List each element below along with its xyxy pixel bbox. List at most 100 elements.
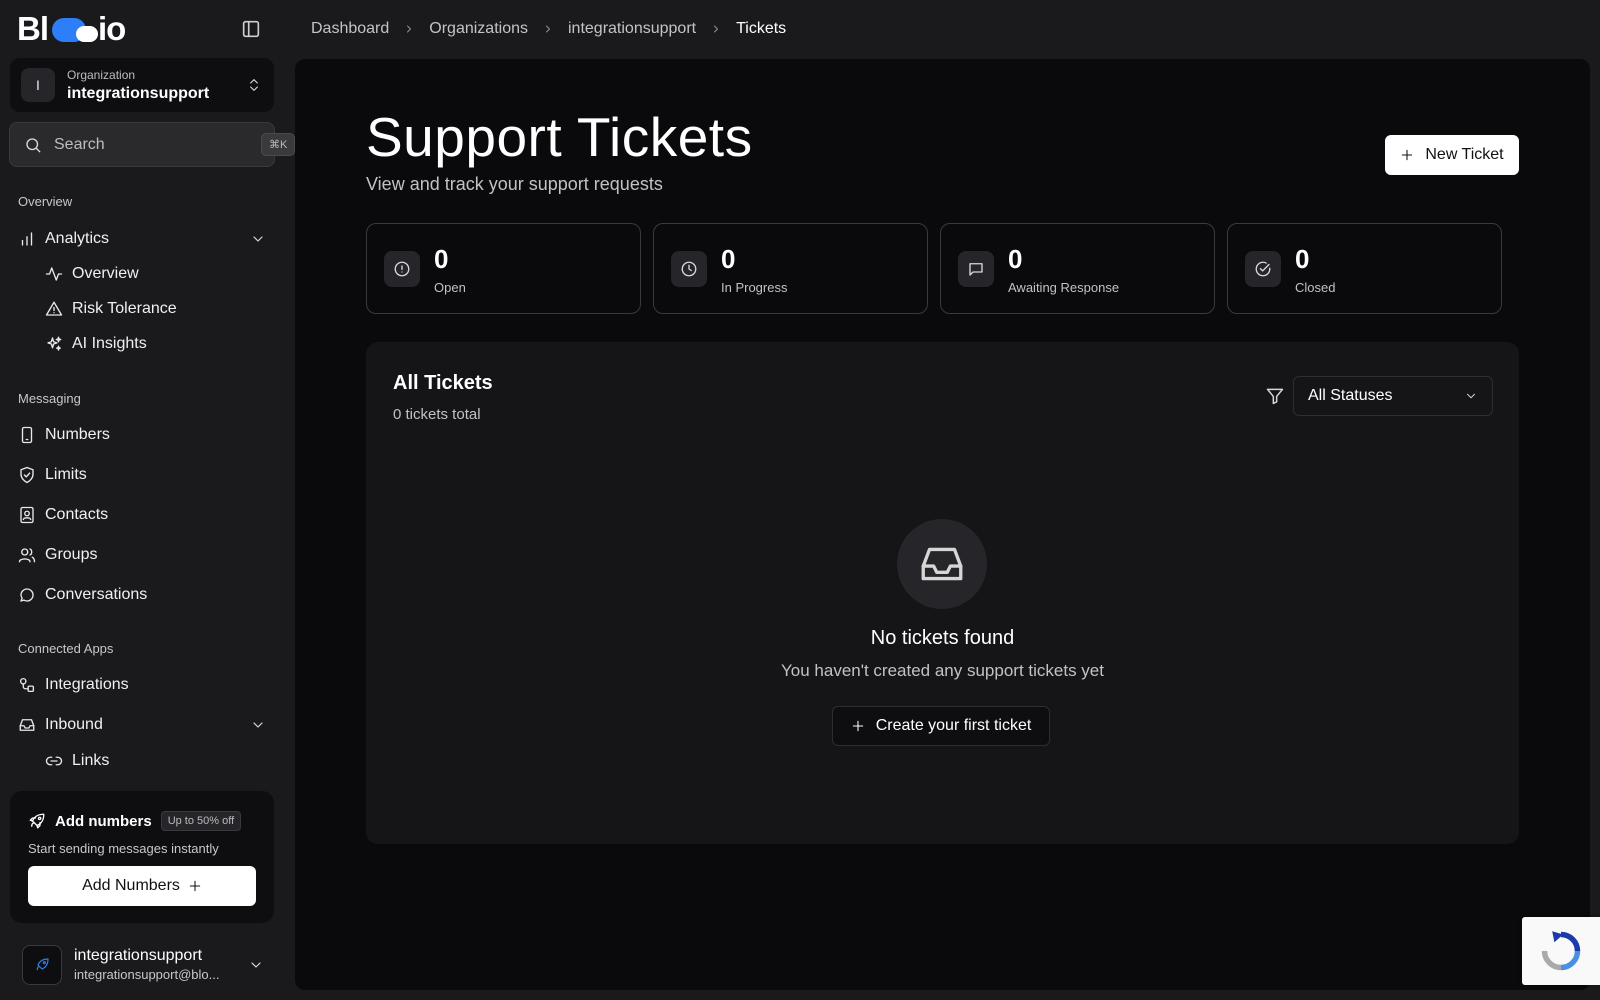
sparkles-icon [45, 335, 63, 353]
sidebar-item-label: Links [72, 752, 110, 769]
page-title: Support Tickets [366, 106, 753, 168]
search-shortcut: ⌘K [261, 133, 296, 156]
user-email: integrationsupport@blo... [74, 967, 220, 982]
message-circle-icon [18, 586, 36, 604]
logo-text-right: io [98, 10, 126, 47]
chevron-down-icon[interactable] [250, 231, 266, 247]
org-avatar: I [21, 68, 55, 102]
org-label: Organization [67, 67, 136, 82]
sidebar-item-groups[interactable]: Groups [18, 540, 97, 570]
chevrons-up-down-icon [246, 77, 262, 93]
create-first-ticket-button[interactable]: Create your first ticket [832, 706, 1050, 746]
new-ticket-label: New Ticket [1425, 146, 1504, 163]
stat-card-closed: 0 Closed [1227, 223, 1502, 314]
sidebar-item-label: Conversations [45, 586, 148, 603]
sidebar-item-links[interactable]: Links [45, 746, 109, 776]
breadcrumb-organizations[interactable]: Organizations [429, 20, 528, 38]
warning-triangle-icon [45, 300, 63, 318]
plus-icon [1400, 148, 1414, 162]
empty-state-subtitle: You haven't created any support tickets … [781, 661, 1104, 680]
sidebar-item-integrations[interactable]: Integrations [18, 670, 129, 700]
empty-state-illustration [897, 519, 987, 609]
user-menu[interactable]: integrationsupport integrationsupport@bl… [10, 940, 274, 990]
chevron-right-icon [542, 23, 554, 35]
stat-value: 0 [434, 244, 449, 274]
status-filter-select[interactable]: All Statuses [1293, 376, 1493, 416]
recaptcha-icon [1539, 929, 1583, 973]
sidebar-item-label: Analytics [45, 230, 110, 247]
new-ticket-button[interactable]: New Ticket [1385, 135, 1519, 175]
activity-icon [45, 265, 63, 283]
chevron-down-icon [1464, 389, 1478, 403]
stat-icon-box [958, 251, 994, 287]
sidebar-item-inbound[interactable]: Inbound [18, 710, 103, 740]
sidebar-item-label: Inbound [45, 716, 103, 733]
plus-icon [188, 879, 202, 893]
create-first-ticket-label: Create your first ticket [875, 717, 1032, 734]
organization-switcher[interactable]: I Organization integrationsupport [10, 58, 274, 112]
breadcrumb-dashboard[interactable]: Dashboard [311, 20, 389, 38]
sidebar-item-label: Contacts [45, 506, 109, 523]
status-filter-value: All Statuses [1308, 387, 1393, 404]
tickets-count: 0 tickets total [393, 406, 481, 423]
stat-label: In Progress [721, 280, 788, 295]
section-label-overview: Overview [18, 194, 73, 209]
sidebar-item-label: AI Insights [72, 335, 147, 352]
breadcrumb-organization[interactable]: integrationsupport [568, 20, 696, 38]
inbox-icon [18, 716, 36, 734]
add-numbers-button[interactable]: Add Numbers [28, 866, 256, 906]
breadcrumb-tickets: Tickets [736, 20, 787, 37]
all-tickets-card: All Tickets 0 tickets total All Statuses… [366, 342, 1519, 844]
message-square-icon [967, 260, 985, 278]
promo-subtitle: Start sending messages instantly [28, 841, 219, 856]
sidebar-item-conversations[interactable]: Conversations [18, 580, 147, 610]
sidebar-item-numbers[interactable]: Numbers [18, 420, 110, 450]
sidebar-item-limits[interactable]: Limits [18, 460, 87, 490]
sidebar-item-contacts[interactable]: Contacts [18, 500, 108, 530]
search-input[interactable] [54, 135, 261, 154]
stat-icon-box [1245, 251, 1281, 287]
sidebar-item-analytics-overview[interactable]: Overview [45, 259, 139, 289]
promo-title: Add numbers [55, 812, 152, 830]
stat-label: Awaiting Response [1008, 280, 1120, 295]
brand-logo[interactable]: Bl io [17, 10, 126, 47]
discount-badge: Up to 50% off [160, 811, 242, 831]
user-name: integrationsupport [74, 947, 203, 964]
filter-icon [1265, 386, 1285, 406]
stat-value: 0 [1008, 244, 1023, 274]
shield-check-icon [18, 466, 36, 484]
sidebar-item-label: Overview [72, 265, 139, 282]
tickets-title: All Tickets [393, 372, 493, 394]
section-label-connected-apps: Connected Apps [18, 641, 114, 656]
alert-circle-icon [393, 260, 411, 278]
avatar [22, 945, 62, 985]
search-box[interactable]: ⌘K [9, 122, 296, 167]
stat-card-awaiting-response: 0 Awaiting Response [940, 223, 1215, 314]
org-name: integrationsupport [67, 84, 210, 102]
stat-card-open: 0 Open [366, 223, 641, 314]
sidebar: Bl io I Organization integrationsupport … [0, 0, 296, 1000]
sidebar-item-ai-insights[interactable]: AI Insights [45, 329, 147, 359]
add-numbers-button-label: Add Numbers [82, 877, 180, 894]
stat-value: 0 [721, 244, 736, 274]
chevron-right-icon [403, 23, 415, 35]
sidebar-item-label: Limits [45, 466, 87, 483]
stat-icon-box [671, 251, 707, 287]
sidebar-item-risk-tolerance[interactable]: Risk Tolerance [45, 294, 177, 324]
rocket-icon [28, 812, 46, 830]
logo-cloud-icon [50, 14, 100, 44]
stat-label: Closed [1295, 280, 1336, 295]
stat-label: Open [434, 280, 466, 295]
recaptcha-badge[interactable] [1522, 917, 1600, 985]
bar-chart-icon [18, 230, 36, 248]
sidebar-item-label: Groups [45, 546, 98, 563]
sidebar-item-analytics[interactable]: Analytics [18, 224, 109, 254]
main-panel: Support Tickets View and track your supp… [295, 59, 1590, 990]
inbox-icon [917, 539, 967, 589]
sidebar-item-label: Integrations [45, 676, 129, 693]
clock-icon [680, 260, 698, 278]
logo-text-left: Bl [17, 10, 49, 47]
stat-icon-box [384, 251, 420, 287]
chevron-down-icon[interactable] [250, 717, 266, 733]
sidebar-toggle-icon[interactable] [240, 18, 262, 40]
